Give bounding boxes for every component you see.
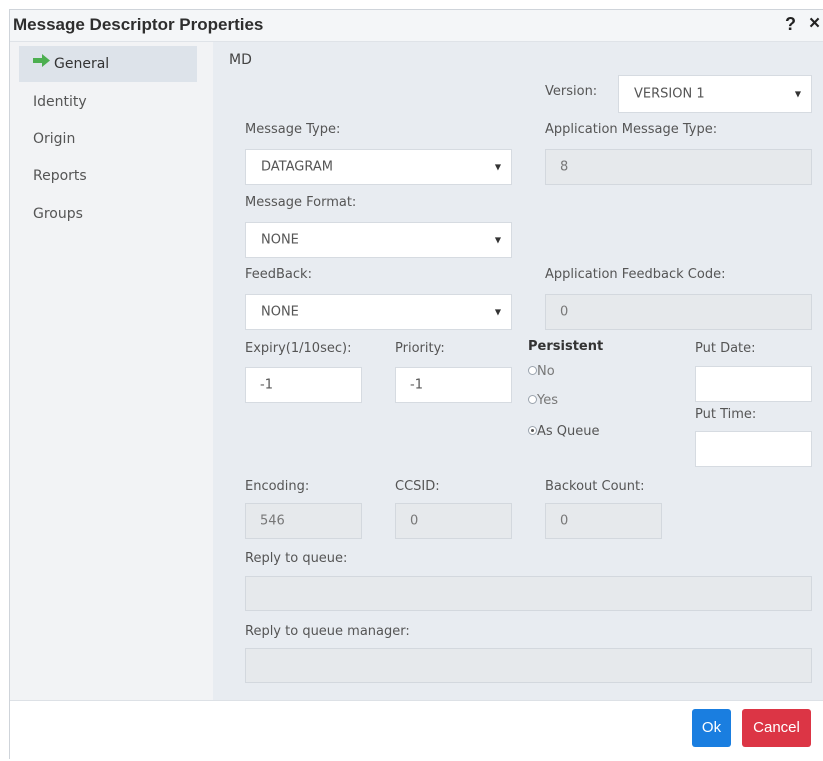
encoding-value: 546: [260, 513, 285, 529]
put-date-label: Put Date:: [695, 341, 756, 356]
put-time-label: Put Time:: [695, 407, 757, 422]
version-select[interactable]: VERSION 1 ▼: [618, 75, 812, 113]
priority-input[interactable]: -1: [395, 367, 512, 403]
priority-label: Priority:: [395, 341, 445, 356]
chevron-down-icon: ▼: [494, 307, 501, 317]
help-icon[interactable]: ?: [785, 14, 796, 35]
app-feedback-code-label: Application Feedback Code:: [545, 267, 726, 282]
version-label: Version:: [545, 84, 598, 99]
app-feedback-code-field: 0: [545, 294, 812, 330]
sidebar-item-label: Groups: [33, 206, 83, 222]
sidebar-item-label: Origin: [33, 131, 76, 147]
sidebar-item-general[interactable]: General: [19, 46, 197, 82]
feedback-select[interactable]: NONE ▼: [245, 294, 512, 330]
chevron-down-icon: ▼: [794, 89, 801, 99]
priority-value: -1: [410, 377, 423, 393]
persistent-radio-yes[interactable]: Yes: [528, 393, 558, 408]
message-format-value: NONE: [261, 232, 299, 248]
backout-count-field: 0: [545, 503, 662, 539]
encoding-field: 546: [245, 503, 362, 539]
backout-count-value: 0: [560, 513, 569, 529]
sidebar-item-identity[interactable]: Identity: [19, 84, 197, 120]
encoding-label: Encoding:: [245, 479, 310, 494]
sidebar-item-reports[interactable]: Reports: [19, 158, 197, 194]
reply-to-queue-field: [245, 576, 812, 611]
ccsid-value: 0: [410, 513, 419, 529]
sidebar-item-groups[interactable]: Groups: [19, 196, 197, 232]
sidebar: General Identity Origin Reports Groups: [10, 42, 213, 700]
chevron-down-icon: ▼: [494, 235, 501, 245]
dialog-title: Message Descriptor Properties: [13, 15, 264, 34]
reply-to-queue-manager-label: Reply to queue manager:: [245, 624, 410, 639]
radio-icon: [528, 395, 537, 404]
sidebar-item-label: Identity: [33, 94, 87, 110]
expiry-label: Expiry(1/10sec):: [245, 341, 352, 356]
green-arrow-right-icon: [33, 45, 50, 81]
message-format-label: Message Format:: [245, 195, 357, 210]
radio-label: As Queue: [537, 424, 600, 439]
chevron-down-icon: ▼: [494, 162, 501, 172]
message-type-select[interactable]: DATAGRAM ▼: [245, 149, 512, 185]
app-feedback-code-value: 0: [560, 304, 569, 320]
expiry-input[interactable]: -1: [245, 367, 362, 403]
message-type-value: DATAGRAM: [261, 159, 333, 175]
message-type-label: Message Type:: [245, 122, 341, 137]
reply-to-queue-label: Reply to queue:: [245, 551, 348, 566]
app-message-type-label: Application Message Type:: [545, 122, 718, 137]
app-message-type-value: 8: [560, 159, 569, 175]
persistent-radio-as-queue[interactable]: As Queue: [528, 424, 600, 439]
section-title: MD: [229, 52, 252, 68]
radio-label: No: [537, 364, 555, 379]
radio-selected-icon: [528, 426, 537, 435]
reply-to-queue-manager-field: [245, 648, 812, 683]
feedback-label: FeedBack:: [245, 267, 312, 282]
dialog-titlebar: Message Descriptor Properties ? ×: [10, 10, 823, 42]
sidebar-item-label: General: [54, 56, 110, 72]
ok-button[interactable]: Ok: [692, 709, 731, 747]
backout-count-label: Backout Count:: [545, 479, 645, 494]
message-descriptor-dialog: Message Descriptor Properties ? × Genera…: [9, 9, 823, 761]
ccsid-label: CCSID:: [395, 479, 440, 494]
ccsid-field: 0: [395, 503, 512, 539]
close-icon[interactable]: ×: [809, 13, 820, 35]
put-date-input[interactable]: [695, 366, 812, 402]
expiry-value: -1: [260, 377, 273, 393]
persistent-label: Persistent: [528, 339, 604, 354]
app-message-type-field: 8: [545, 149, 812, 185]
general-panel: MD Version: VERSION 1 ▼ Message Type: DA…: [213, 42, 823, 700]
cancel-button[interactable]: Cancel: [742, 709, 811, 747]
feedback-value: NONE: [261, 304, 299, 320]
radio-label: Yes: [537, 393, 558, 408]
sidebar-item-origin[interactable]: Origin: [19, 121, 197, 157]
radio-icon: [528, 366, 537, 375]
put-time-input[interactable]: [695, 431, 812, 467]
sidebar-item-label: Reports: [33, 168, 87, 184]
message-format-select[interactable]: NONE ▼: [245, 222, 512, 258]
persistent-radio-no[interactable]: No: [528, 364, 555, 379]
version-value: VERSION 1: [634, 86, 705, 102]
